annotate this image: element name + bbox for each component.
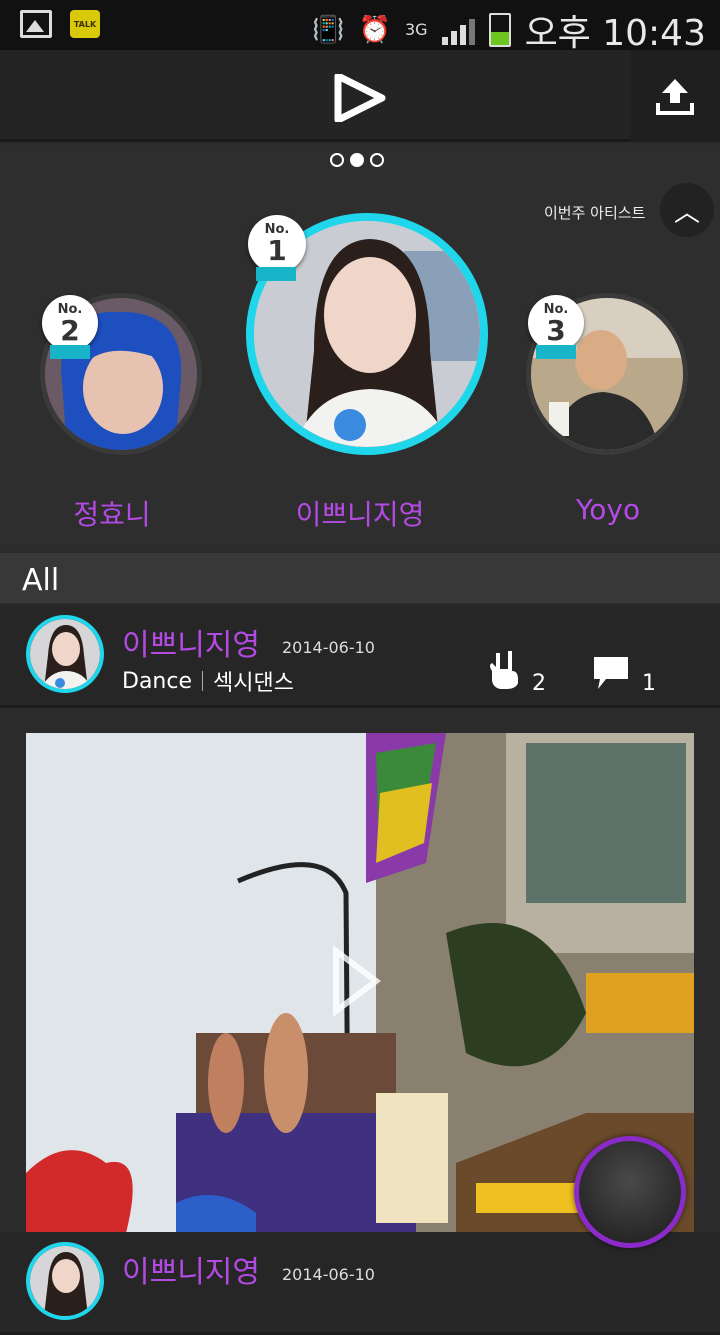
artist-name[interactable]: 정효니 bbox=[0, 493, 232, 533]
rank-badge: No. 1 bbox=[248, 215, 306, 281]
alarm-icon: ⏰ bbox=[358, 15, 391, 45]
post-title: 섹시댄스 bbox=[213, 671, 294, 696]
author-avatar[interactable] bbox=[26, 615, 104, 693]
post-date: 2014-06-10 bbox=[282, 1265, 375, 1284]
like-count: 2 bbox=[532, 671, 546, 696]
author-name[interactable]: 이쁘니지영 bbox=[122, 620, 260, 664]
page-indicator bbox=[330, 153, 384, 167]
rock-hand-like-icon[interactable] bbox=[486, 649, 522, 689]
divider bbox=[202, 671, 203, 691]
collapse-button[interactable]: ︿ bbox=[660, 183, 714, 237]
comment-count: 1 bbox=[642, 671, 656, 696]
post-header[interactable]: 이쁘니지영 2014-06-10 bbox=[0, 1232, 720, 1335]
rank-badge: No. 3 bbox=[528, 295, 584, 359]
signal-icon bbox=[441, 15, 475, 45]
play-logo-icon[interactable] bbox=[334, 74, 386, 122]
app-header bbox=[0, 50, 720, 142]
artist-name[interactable]: Yoyo bbox=[488, 493, 720, 526]
chevron-up-icon: ︿ bbox=[673, 197, 700, 228]
status-bar: TALK 📳 ⏰ 3G 오후 10:43 bbox=[0, 0, 720, 54]
weekly-artists-label: 이번주 아티스트 bbox=[544, 204, 646, 222]
artist-name[interactable]: 이쁘니지영 bbox=[240, 493, 480, 533]
kakaotalk-icon: TALK bbox=[70, 10, 100, 38]
page-dot-active bbox=[350, 153, 364, 167]
record-fab-button[interactable] bbox=[574, 1136, 686, 1248]
comment-icon[interactable] bbox=[592, 655, 630, 691]
author-avatar[interactable] bbox=[26, 1242, 104, 1320]
page-dot bbox=[330, 153, 344, 167]
status-time: 오후 10:43 bbox=[524, 13, 706, 54]
upload-icon bbox=[656, 79, 694, 115]
section-title: All bbox=[0, 553, 720, 603]
page-dot bbox=[370, 153, 384, 167]
weekly-artists-panel[interactable]: 이번주 아티스트 ︿ No. 2 정효니 No. 1 이쁘니지영 No. 3 Y… bbox=[0, 145, 720, 545]
network-3g-icon: 3G bbox=[404, 20, 428, 39]
vibrate-mute-icon: 📳 bbox=[312, 15, 345, 45]
battery-icon bbox=[488, 13, 511, 47]
gallery-icon bbox=[20, 10, 52, 38]
post-header[interactable]: 이쁘니지영 2014-06-10 Dance 섹시댄스 2 1 bbox=[0, 605, 720, 708]
post-meta: Dance 섹시댄스 bbox=[122, 665, 294, 697]
author-name[interactable]: 이쁘니지영 bbox=[122, 1247, 260, 1291]
post-date: 2014-06-10 bbox=[282, 638, 375, 657]
rank-badge: No. 2 bbox=[42, 295, 98, 359]
post-category: Dance bbox=[122, 668, 192, 694]
upload-button[interactable] bbox=[630, 50, 720, 142]
